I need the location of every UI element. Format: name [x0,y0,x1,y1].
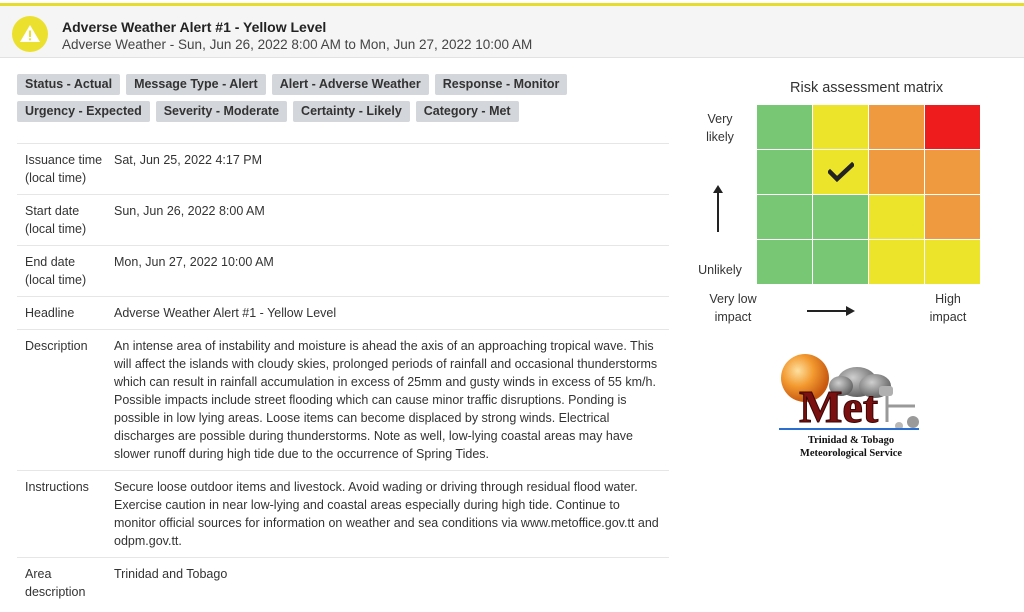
likelihood-low-label: Unlikely [698,263,742,277]
tag-severity: Severity - Moderate [155,101,288,122]
tag-category: Category - Met [415,101,519,122]
risk-cell [869,105,924,149]
tag-message-type: Message Type - Alert [126,74,266,95]
tag-status: Status - Actual [17,74,121,95]
alert-tags: Status - Actual Message Type - Alert Ale… [17,74,568,128]
warning-icon [12,16,48,52]
risk-cell [869,195,924,239]
detail-label: Headline [25,306,75,320]
detail-value: An intense area of instability and moist… [114,339,658,461]
risk-cell [757,150,812,194]
alert-header: Adverse Weather Alert #1 - Yellow Level … [0,3,1024,58]
detail-row-issuance: Issuance time (local time) Sat, Jun 25, … [17,144,669,195]
risk-cell [813,105,868,149]
tag-response: Response - Monitor [434,74,568,95]
detail-value: Mon, Jun 27, 2022 10:00 AM [114,255,274,269]
detail-label: Start date (local time) [25,204,87,236]
detail-row-start: Start date (local time) Sun, Jun 26, 202… [17,195,669,246]
detail-value: Secure loose outdoor items and livestock… [114,480,659,548]
risk-cell [925,105,980,149]
detail-value: Adverse Weather Alert #1 - Yellow Level [114,306,337,320]
detail-label: Description [25,339,88,353]
met-service-logo: Met Trinidad & Tobago Meteorological Ser… [775,350,935,462]
risk-cell [869,240,924,284]
detail-value: Sun, Jun 26, 2022 8:00 AM [114,204,265,218]
detail-label: Instructions [25,480,89,494]
risk-assessment-matrix: Risk assessment matrix Very likely Unlik… [690,80,990,340]
risk-cell [813,240,868,284]
detail-row-area: Area description Trinidad and Tobago [17,558,669,608]
logo-wordmark: Met [799,381,879,432]
detail-row-instructions: Instructions Secure loose outdoor items … [17,471,669,558]
tag-row: Urgency - Expected Severity - Moderate C… [17,101,557,122]
tag-certainty: Certainty - Likely [293,101,410,122]
risk-cell [757,195,812,239]
alert-title: Adverse Weather Alert #1 - Yellow Level [62,19,327,35]
detail-label: Issuance time (local time) [25,153,103,185]
risk-cell [757,240,812,284]
likelihood-high-label: Very likely [706,112,734,144]
tag-alert: Alert - Adverse Weather [271,74,429,95]
risk-cell [925,195,980,239]
risk-matrix-title: Risk assessment matrix [790,80,944,96]
checkmark-icon [827,162,854,182]
detail-row-headline: Headline Adverse Weather Alert #1 - Yell… [17,297,669,330]
detail-value: Trinidad and Tobago [114,567,228,581]
risk-cell [757,105,812,149]
detail-value: Sat, Jun 25, 2022 4:17 PM [114,153,263,167]
arrow-right-icon [807,306,855,316]
alert-subtitle: Adverse Weather - Sun, Jun 26, 2022 8:00… [62,37,533,52]
detail-label: End date (local time) [25,255,87,287]
detail-row-end: End date (local time) Mon, Jun 27, 2022 … [17,246,669,297]
risk-matrix-grid [757,105,980,284]
risk-cell [925,150,980,194]
details-table: Issuance time (local time) Sat, Jun 25, … [17,143,669,608]
detail-label: Area description [25,567,86,599]
logo-line-1: Trinidad & Tobago [808,435,894,446]
impact-low-label: Very low impact [709,292,757,324]
risk-cell [813,195,868,239]
risk-cell-selected [813,150,868,194]
logo-line-2: Meteorological Service [800,448,902,459]
risk-cell [869,150,924,194]
risk-cell [925,240,980,284]
arrow-up-icon [713,185,723,232]
detail-row-description: Description An intense area of instabili… [17,330,669,471]
impact-high-label: High impact [929,292,967,324]
tag-row: Status - Actual Message Type - Alert Ale… [17,74,568,95]
tag-urgency: Urgency - Expected [17,101,150,122]
